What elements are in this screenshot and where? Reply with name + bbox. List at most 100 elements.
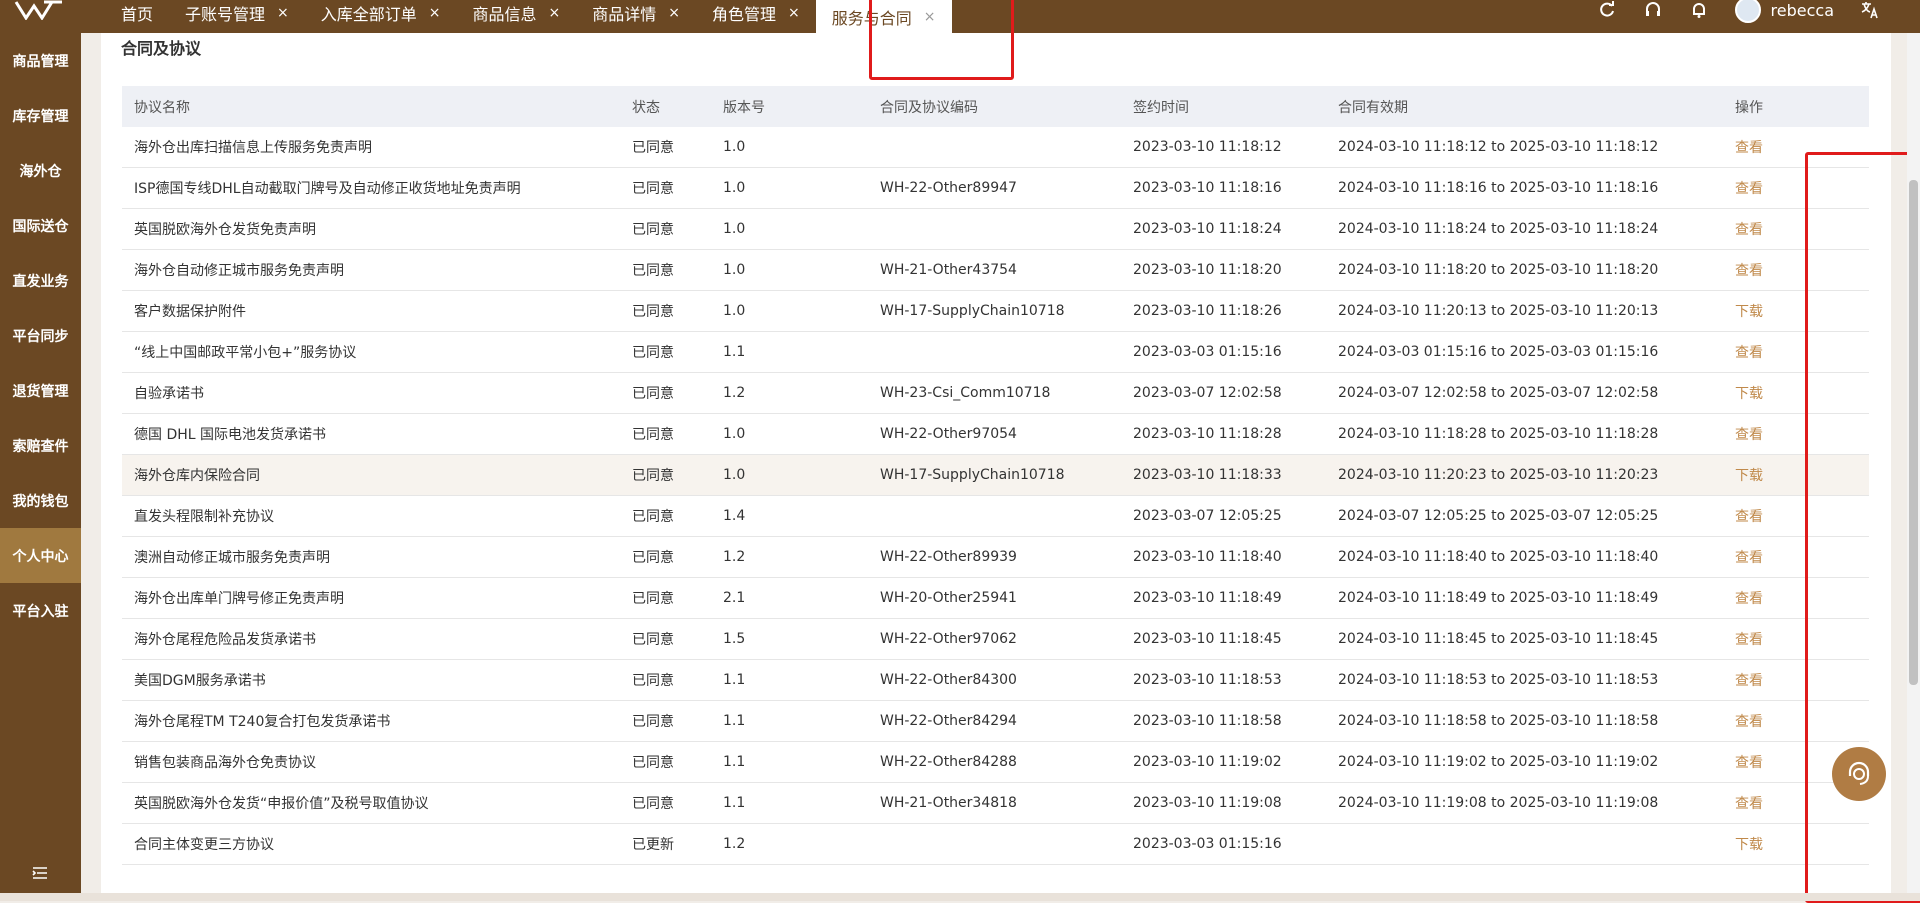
cell-validity: 2024-03-10 11:18:53 to 2025-03-10 11:18:… [1338, 672, 1659, 688]
cell-code: WH-17-SupplyChain10718 [880, 467, 1065, 483]
close-icon[interactable]: × [277, 5, 289, 21]
sidebar-item-9[interactable]: 个人中心 [0, 528, 81, 583]
close-icon[interactable]: × [668, 5, 680, 21]
cell-status: 已同意 [632, 673, 674, 689]
download-link[interactable]: 下载 [1735, 386, 1763, 402]
sidebar-item-5[interactable]: 平台同步 [0, 308, 81, 363]
user-menu[interactable]: rebecca [1734, 0, 1834, 23]
tab-5[interactable]: 角色管理 × [696, 0, 816, 26]
table-body: 海外仓出库扫描信息上传服务免责声明 已同意 1.0 2023-03-10 11:18:… [122, 127, 1869, 865]
cell-signed-time: 2023-03-10 11:18:58 [1133, 713, 1282, 729]
tab-3[interactable]: 商品信息 × [457, 0, 577, 26]
tab-4[interactable]: 商品详情 × [576, 0, 696, 26]
sidebar-item-6[interactable]: 退货管理 [0, 363, 81, 418]
cell-signed-time: 2023-03-03 01:15:16 [1133, 836, 1282, 852]
view-link[interactable]: 查看 [1735, 673, 1763, 689]
cell-code: WH-22-Other97054 [880, 426, 1017, 442]
cell-code: WH-20-Other25941 [880, 590, 1017, 606]
cell-version: 1.1 [723, 672, 746, 688]
cell-name: 海外仓库内保险合同 [134, 468, 260, 484]
table-row: 海外仓出库扫描信息上传服务免责声明 已同意 1.0 2023-03-10 11:18:… [122, 127, 1869, 168]
cell-name: 客户数据保护附件 [134, 304, 246, 320]
view-link[interactable]: 查看 [1735, 222, 1763, 238]
cell-status: 已同意 [632, 222, 674, 238]
bell-icon[interactable] [1689, 0, 1709, 20]
refresh-icon[interactable] [1597, 0, 1617, 20]
translate-icon[interactable] [1860, 0, 1880, 20]
view-link[interactable]: 查看 [1735, 714, 1763, 730]
tab-label: 首页 [121, 5, 154, 24]
cell-signed-time: 2023-03-07 12:05:25 [1133, 508, 1282, 524]
cell-status: 已同意 [632, 714, 674, 730]
table-row: 海外仓尾程TM T240复合打包发货承诺书 已同意 1.1 WH-22-Other84… [122, 701, 1869, 742]
logo-icon[interactable] [14, 0, 66, 20]
tab-label: 入库全部订单 [320, 5, 417, 24]
sidebar-item-2[interactable]: 海外仓 [0, 143, 81, 198]
cell-signed-time: 2023-03-10 11:18:28 [1133, 426, 1282, 442]
view-link[interactable]: 查看 [1735, 509, 1763, 525]
headset-icon[interactable] [1643, 0, 1663, 20]
sidebar-item-10[interactable]: 平台入驻 [0, 583, 81, 638]
cell-status: 已同意 [632, 427, 674, 443]
cell-code: WH-22-Other84288 [880, 754, 1017, 770]
cell-version: 1.2 [723, 385, 746, 401]
table-row: 客户数据保护附件 已同意 1.0 WH-17-SupplyChain10718 2023… [122, 291, 1869, 332]
contracts-table: 协议名称 状态 版本号 合同及协议编码 签约时间 合同有效期 操作 海外仓出库扫描信息上传服… [122, 86, 1869, 865]
download-link[interactable]: 下载 [1735, 304, 1763, 320]
cell-version: 1.1 [723, 754, 746, 770]
cell-version: 1.2 [723, 549, 746, 565]
tab-0[interactable]: 首页 [105, 0, 169, 26]
header-code: 合同及协议编码 [880, 99, 978, 116]
cell-signed-time: 2023-03-10 11:19:08 [1133, 795, 1282, 811]
scrollbar-thumb[interactable] [1909, 180, 1918, 685]
cell-validity: 2024-03-10 11:18:24 to 2025-03-10 11:18:… [1338, 221, 1659, 237]
tab-1[interactable]: 子账号管理 × [169, 0, 305, 26]
cell-signed-time: 2023-03-10 11:18:45 [1133, 631, 1282, 647]
cell-status: 已同意 [632, 509, 674, 525]
cell-validity: 2024-03-10 11:18:20 to 2025-03-10 11:18:… [1338, 262, 1659, 278]
view-link[interactable]: 查看 [1735, 591, 1763, 607]
sidebar-item-4[interactable]: 直发业务 [0, 253, 81, 308]
sidebar-item-3[interactable]: 国际送仓 [0, 198, 81, 253]
table-row: 澳洲自动修正城市服务免责声明 已同意 1.2 WH-22-Other89939 2023… [122, 537, 1869, 578]
tab-2[interactable]: 入库全部订单 × [305, 0, 457, 26]
cell-status: 已同意 [632, 591, 674, 607]
view-link[interactable]: 查看 [1735, 181, 1763, 197]
sidebar-item-1[interactable]: 库存管理 [0, 88, 81, 143]
cell-name: 海外仓出库单门牌号修正免责声明 [134, 591, 344, 607]
table-row: 海外仓自动修正城市服务免责声明 已同意 1.0 WH-21-Other43754 202… [122, 250, 1869, 291]
sidebar-item-8[interactable]: 我的钱包 [0, 473, 81, 528]
cell-validity: 2024-03-10 11:18:40 to 2025-03-10 11:18:… [1338, 549, 1659, 565]
close-icon[interactable]: × [788, 5, 800, 21]
view-link[interactable]: 查看 [1735, 140, 1763, 156]
cell-validity: 2024-03-07 12:02:58 to 2025-03-07 12:02:… [1338, 385, 1659, 401]
header-version: 版本号 [723, 99, 765, 116]
view-link[interactable]: 查看 [1735, 796, 1763, 812]
download-link[interactable]: 下载 [1735, 468, 1763, 484]
customer-service-button[interactable] [1832, 747, 1886, 801]
view-link[interactable]: 查看 [1735, 345, 1763, 361]
close-icon[interactable]: × [549, 5, 561, 21]
table-row: 英国脱欧海外仓发货“申报价值”及税号取值协议 已同意 1.1 WH-21-Other3… [122, 783, 1869, 824]
cell-status: 已同意 [632, 632, 674, 648]
table-row: 自验承诺书 已同意 1.2 WH-23-Csi_Comm10718 2023-03-07… [122, 373, 1869, 414]
tab-label: 商品信息 [472, 5, 537, 24]
sidebar-item-0[interactable]: 商品管理 [0, 33, 81, 88]
cell-status: 已同意 [632, 345, 674, 361]
view-link[interactable]: 查看 [1735, 632, 1763, 648]
view-link[interactable]: 查看 [1735, 755, 1763, 771]
cell-validity: 2024-03-10 11:20:23 to 2025-03-10 11:20:… [1338, 467, 1659, 483]
table-row: “线上中国邮政平常小包+”服务协议 已同意 1.1 2023-03-03 01:15:… [122, 332, 1869, 373]
download-link[interactable]: 下载 [1735, 837, 1763, 853]
menu-collapse-icon[interactable] [32, 865, 48, 881]
close-icon[interactable]: × [429, 5, 441, 21]
view-link[interactable]: 查看 [1735, 550, 1763, 566]
view-link[interactable]: 查看 [1735, 263, 1763, 279]
cell-status: 已同意 [632, 550, 674, 566]
sidebar-item-7[interactable]: 索赔查件 [0, 418, 81, 473]
cell-validity: 2024-03-10 11:18:45 to 2025-03-10 11:18:… [1338, 631, 1659, 647]
view-link[interactable]: 查看 [1735, 427, 1763, 443]
user-name: rebecca [1770, 0, 1834, 20]
cell-validity: 2024-03-10 11:18:16 to 2025-03-10 11:18:… [1338, 180, 1659, 196]
cell-version: 1.5 [723, 631, 746, 647]
